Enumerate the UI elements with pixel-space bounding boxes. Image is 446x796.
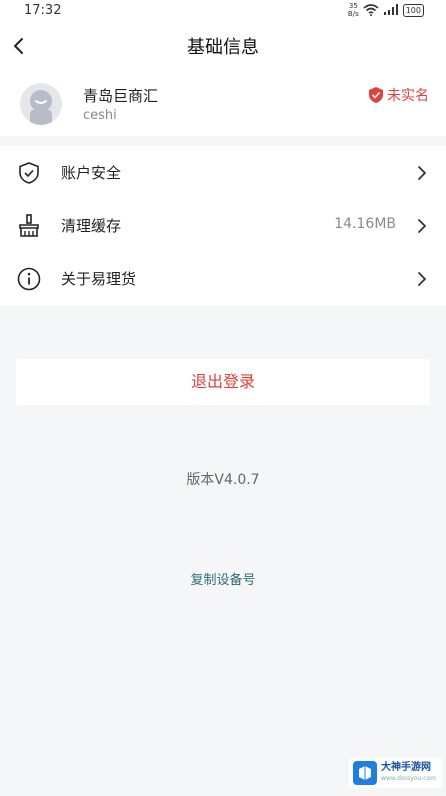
menu-item-label: 关于易理货 xyxy=(61,270,137,288)
profile-account: ceshi xyxy=(83,108,117,123)
copy-device-id-button[interactable]: 复制设备号 xyxy=(0,569,446,588)
status-icons: 35 B/s 100 xyxy=(348,2,424,18)
menu-item-label: 账户安全 xyxy=(61,164,122,182)
signal-icon xyxy=(383,4,398,15)
profile-name: 青岛巨商汇 xyxy=(83,87,159,105)
logout-button[interactable]: 退出登录 xyxy=(16,359,430,405)
watermark: 大神手游网 www.dsssyou.com xyxy=(348,758,442,788)
chevron-right-icon xyxy=(418,272,426,286)
menu-item-about[interactable]: 关于易理货 xyxy=(0,252,446,305)
info-icon xyxy=(17,267,41,291)
settings-menu: 账户安全 清理缓存 14.16MB 关于易理货 xyxy=(0,146,446,306)
profile-card: 青岛巨商汇 ceshi 未实名 xyxy=(0,70,446,136)
version-text: 版本V4.0.7 xyxy=(186,472,260,488)
watermark-subtitle: www.dsssyou.com xyxy=(380,775,436,782)
network-speed: 35 B/s xyxy=(348,2,359,18)
watermark-title: 大神手游网 xyxy=(380,762,431,773)
nav-bar: 基础信息 xyxy=(0,22,446,70)
network-speed-unit: B/s xyxy=(347,10,359,18)
menu-item-account-security[interactable]: 账户安全 xyxy=(0,146,446,199)
menu-item-clear-cache[interactable]: 清理缓存 14.16MB xyxy=(0,199,446,252)
menu-item-label: 清理缓存 xyxy=(61,217,122,235)
battery-icon: 100 xyxy=(402,3,424,17)
chevron-right-icon xyxy=(418,219,426,233)
verify-status-label: 未实名 xyxy=(387,88,429,104)
shield-check-badge-icon xyxy=(369,87,383,103)
verify-status[interactable]: 未实名 xyxy=(369,85,429,105)
status-bar: 17:32 35 B/s 100 xyxy=(0,0,446,22)
watermark-logo-icon xyxy=(352,761,377,785)
chevron-right-icon xyxy=(418,166,426,180)
wifi-icon xyxy=(363,4,379,16)
avatar xyxy=(20,83,62,125)
avatar-placeholder-icon xyxy=(30,90,52,125)
shield-check-icon xyxy=(19,162,39,184)
broom-icon xyxy=(19,214,39,237)
network-speed-value: 35 xyxy=(348,2,358,10)
cache-size-value: 14.16MB xyxy=(334,216,396,232)
status-time: 17:32 xyxy=(24,3,62,18)
page-title: 基础信息 xyxy=(187,37,259,58)
